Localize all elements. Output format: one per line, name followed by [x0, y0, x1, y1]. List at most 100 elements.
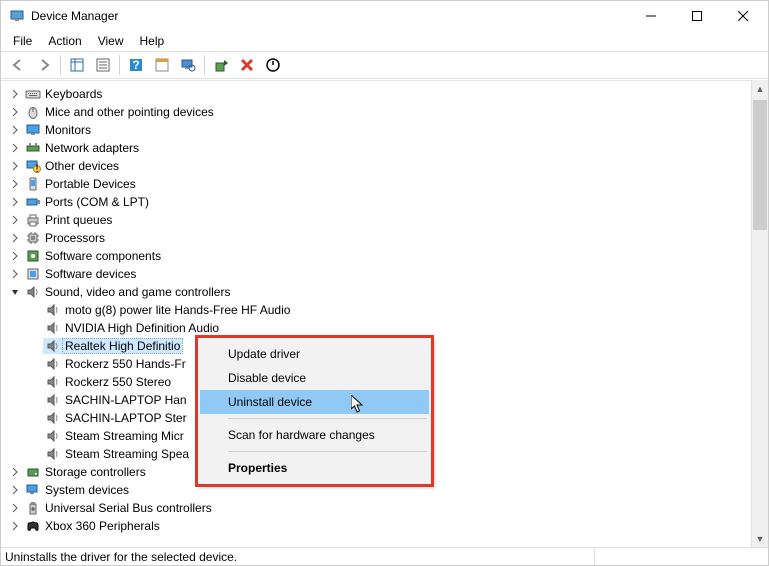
menu-file[interactable]: File: [5, 32, 40, 50]
scroll-up-arrow[interactable]: ▲: [752, 80, 768, 97]
tree-row[interactable]: Xbox 360 Peripherals: [3, 517, 768, 535]
expand-icon[interactable]: [7, 518, 23, 534]
tree-row[interactable]: Sound, video and game controllers: [3, 283, 768, 301]
sound-icon: [45, 392, 61, 408]
tree-item-label: SACHIN-LAPTOP Han: [63, 393, 189, 407]
update-driver-button[interactable]: [209, 53, 233, 77]
scan-button[interactable]: [176, 53, 200, 77]
close-button[interactable]: [720, 1, 766, 31]
expand-icon[interactable]: [7, 86, 23, 102]
expand-icon[interactable]: [7, 212, 23, 228]
tree-row[interactable]: Processors: [3, 229, 768, 247]
menu-item[interactable]: Properties: [200, 456, 429, 480]
no-expand: [27, 320, 43, 336]
other-icon: !: [25, 158, 41, 174]
expand-icon[interactable]: [7, 104, 23, 120]
tree-item-label: Portable Devices: [43, 177, 138, 191]
menu-item[interactable]: Update driver: [200, 342, 429, 366]
scroll-thumb[interactable]: [753, 100, 767, 230]
no-expand: [27, 410, 43, 426]
menu-view[interactable]: View: [90, 32, 132, 50]
maximize-button[interactable]: [674, 1, 720, 31]
expand-icon[interactable]: [7, 266, 23, 282]
expand-icon[interactable]: [7, 194, 23, 210]
menu-separator: [228, 451, 427, 452]
forward-button[interactable]: [32, 53, 56, 77]
printq-icon: [25, 212, 41, 228]
swd-icon: [25, 266, 41, 282]
sound-icon: [45, 446, 61, 462]
expand-icon[interactable]: [7, 158, 23, 174]
tree-item-label: Monitors: [43, 123, 93, 137]
xbox-icon: [25, 518, 41, 534]
sound-icon: [45, 374, 61, 390]
tree-item-label: moto g(8) power lite Hands-Free HF Audio: [63, 303, 292, 317]
tree-row[interactable]: Ports (COM & LPT): [3, 193, 768, 211]
tree-row[interactable]: Universal Serial Bus controllers: [3, 499, 768, 517]
back-button[interactable]: [6, 53, 30, 77]
tree-row[interactable]: !Other devices: [3, 157, 768, 175]
tree-row[interactable]: Monitors: [3, 121, 768, 139]
help-button[interactable]: ?: [124, 53, 148, 77]
expand-icon[interactable]: [7, 248, 23, 264]
menu-help[interactable]: Help: [132, 32, 173, 50]
tree-row[interactable]: moto g(8) power lite Hands-Free HF Audio: [3, 301, 768, 319]
toolbar-sep: [60, 55, 61, 75]
cpu-icon: [25, 230, 41, 246]
tree-row[interactable]: Print queues: [3, 211, 768, 229]
expand-icon[interactable]: [7, 176, 23, 192]
tree-row[interactable]: Keyboards: [3, 85, 768, 103]
port-icon: [25, 194, 41, 210]
vertical-scrollbar[interactable]: ▲ ▼: [751, 80, 768, 547]
tree-item-label: Storage controllers: [43, 465, 148, 479]
tree-row[interactable]: NVIDIA High Definition Audio: [3, 319, 768, 337]
tree-item-label: SACHIN-LAPTOP Ster: [63, 411, 189, 425]
swc-icon: [25, 248, 41, 264]
no-expand: [27, 392, 43, 408]
tree-row[interactable]: Software devices: [3, 265, 768, 283]
tree-row[interactable]: Network adapters: [3, 139, 768, 157]
sound-icon: [45, 320, 61, 336]
properties-button[interactable]: [91, 53, 115, 77]
tree-item-label: Rockerz 550 Hands-Fr: [63, 357, 188, 371]
tree-item-label: Realtek High Definitio: [63, 339, 182, 353]
toolbar: ?: [1, 51, 768, 79]
menu-action[interactable]: Action: [40, 32, 89, 50]
expand-icon[interactable]: [7, 500, 23, 516]
monitor-icon: [25, 122, 41, 138]
window-title: Device Manager: [31, 9, 628, 23]
expand-icon[interactable]: [7, 482, 23, 498]
minimize-button[interactable]: [628, 1, 674, 31]
scroll-down-arrow[interactable]: ▼: [752, 530, 768, 547]
expand-icon[interactable]: [7, 464, 23, 480]
uninstall-button[interactable]: [235, 53, 259, 77]
no-expand: [27, 374, 43, 390]
disable-button[interactable]: [261, 53, 285, 77]
tree-item-label: Universal Serial Bus controllers: [43, 501, 214, 515]
tree-item-label: Network adapters: [43, 141, 141, 155]
menubar: File Action View Help: [1, 31, 768, 51]
sound-icon: [45, 410, 61, 426]
show-hide-tree-button[interactable]: [65, 53, 89, 77]
sound-icon: [45, 428, 61, 444]
sound-icon: [45, 302, 61, 318]
no-expand: [27, 338, 43, 354]
expand-icon[interactable]: [7, 230, 23, 246]
no-expand: [27, 356, 43, 372]
tree-item-label: Rockerz 550 Stereo: [63, 375, 173, 389]
app-icon: [9, 8, 25, 24]
menu-item[interactable]: Scan for hardware changes: [200, 423, 429, 447]
expand-icon[interactable]: [7, 140, 23, 156]
tree-item-label: Steam Streaming Spea: [63, 447, 191, 461]
collapse-icon[interactable]: [7, 284, 23, 300]
sound-icon: [45, 338, 61, 354]
sound-icon: [25, 284, 41, 300]
menu-item[interactable]: Uninstall device: [200, 390, 429, 414]
expand-icon[interactable]: [7, 122, 23, 138]
tree-row[interactable]: Software components: [3, 247, 768, 265]
tree-row[interactable]: Portable Devices: [3, 175, 768, 193]
menu-item[interactable]: Disable device: [200, 366, 429, 390]
mouse-icon: [25, 104, 41, 120]
action-button[interactable]: [150, 53, 174, 77]
tree-row[interactable]: Mice and other pointing devices: [3, 103, 768, 121]
